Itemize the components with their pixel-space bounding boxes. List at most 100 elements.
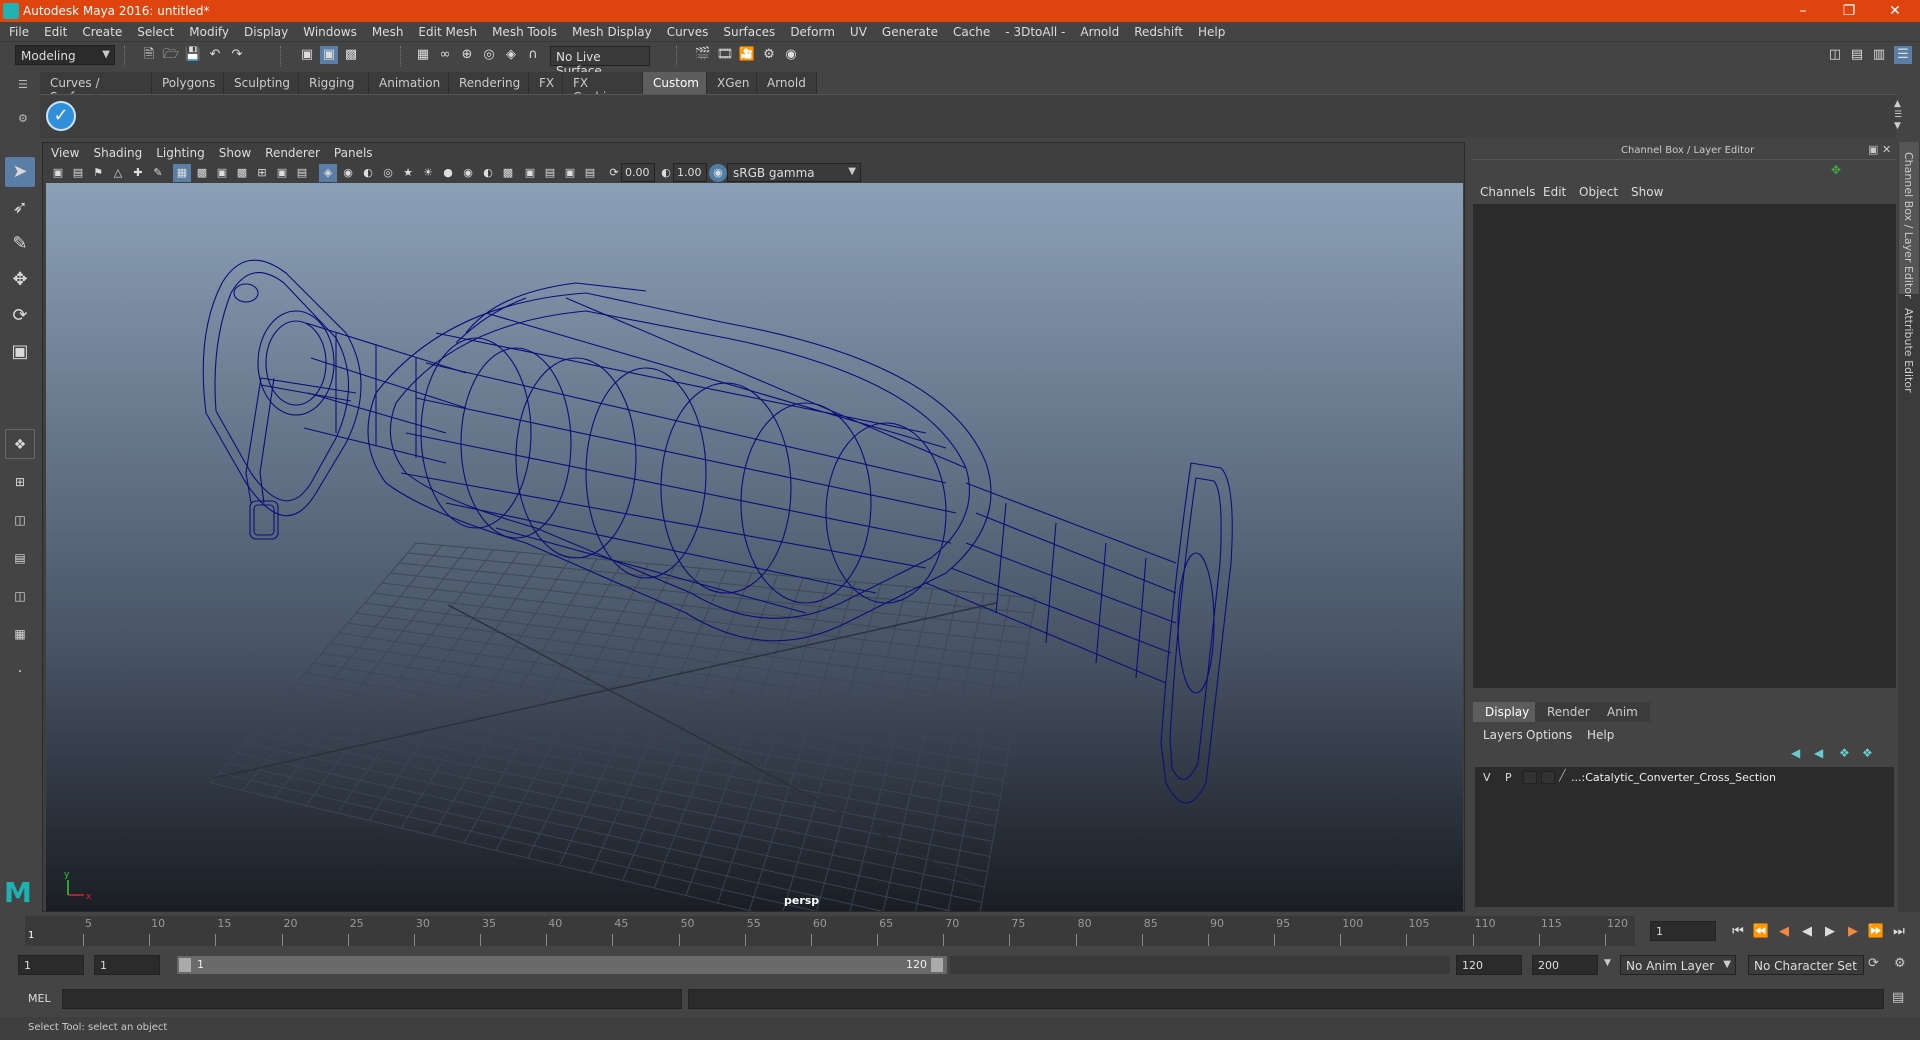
- layer-playback-toggle[interactable]: P: [1505, 771, 1512, 784]
- frame-all-icon[interactable]: ▤: [541, 164, 559, 182]
- isolate-select-icon[interactable]: ▣: [521, 164, 539, 182]
- playback-end-field[interactable]: 120: [1456, 955, 1522, 975]
- menuset-dropdown[interactable]: Modeling ▼: [15, 45, 115, 65]
- color-management-icon[interactable]: ◉: [709, 164, 727, 182]
- gate-mask-icon[interactable]: ▩: [233, 164, 251, 182]
- use-all-lights-icon[interactable]: ★: [399, 164, 417, 182]
- shelf-tab-fx-caching[interactable]: FX Caching: [563, 72, 643, 104]
- shelf-tab-xgen[interactable]: XGen: [707, 72, 757, 94]
- select-tool-icon[interactable]: ➤: [5, 157, 35, 187]
- menu-mesh-display[interactable]: Mesh Display: [563, 22, 658, 39]
- viewport-menu-panels[interactable]: Panels: [326, 143, 379, 160]
- menu-arnold[interactable]: Arnold: [1071, 22, 1125, 39]
- 2d-pan-zoom-icon[interactable]: ✚: [129, 164, 147, 182]
- range-track[interactable]: [950, 956, 1450, 974]
- menu-edit[interactable]: Edit: [35, 22, 73, 39]
- go-to-start-icon[interactable]: ⏮: [1728, 922, 1748, 942]
- snap-grid-icon[interactable]: ▦: [414, 46, 432, 64]
- grid-icon[interactable]: ▦: [173, 164, 191, 182]
- shelf-tab-sculpting[interactable]: Sculpting: [224, 72, 299, 94]
- layer-menu-help[interactable]: Help: [1587, 728, 1614, 742]
- channel-display-icon[interactable]: ✥: [1831, 163, 1841, 177]
- textured-icon[interactable]: ◎: [379, 164, 397, 182]
- menu-create[interactable]: Create: [73, 22, 128, 39]
- layer-menu-options[interactable]: Options: [1526, 728, 1572, 742]
- exposure-field[interactable]: 0.00: [621, 163, 655, 182]
- film-gate-icon[interactable]: ▩: [193, 164, 211, 182]
- channel-list[interactable]: [1473, 204, 1896, 688]
- new-layer-icon[interactable]: ❖: [1839, 746, 1850, 760]
- gamma-field[interactable]: 1.00: [673, 163, 707, 182]
- new-layer-selected-icon[interactable]: ❖: [1862, 746, 1873, 760]
- attribute-editor-toggle-icon[interactable]: ▤: [1848, 46, 1866, 64]
- layer-menu-layers[interactable]: Layers: [1483, 728, 1523, 742]
- menu-mesh[interactable]: Mesh: [363, 22, 410, 39]
- current-frame-field[interactable]: 1: [1650, 921, 1716, 941]
- layer-tab-display[interactable]: Display: [1473, 702, 1542, 722]
- menu-redshift[interactable]: Redshift: [1125, 22, 1189, 39]
- viewport-menu-view[interactable]: View: [43, 143, 85, 160]
- xray-joints-icon[interactable]: ▩: [499, 164, 517, 182]
- modeling-toolkit-icon[interactable]: ◫: [1826, 46, 1844, 64]
- menu-mesh-tools[interactable]: Mesh Tools: [483, 22, 563, 39]
- side-tab-channel-box[interactable]: Channel Box / Layer Editor: [1899, 142, 1919, 299]
- render-frame-icon[interactable]: 🎬: [694, 46, 712, 64]
- snap-point-icon[interactable]: ⊕: [458, 46, 476, 64]
- color-space-dropdown[interactable]: sRGB gamma ▼: [727, 163, 861, 182]
- four-view-layout-icon[interactable]: ⊞: [5, 467, 35, 497]
- menu-cache[interactable]: Cache: [944, 22, 996, 39]
- layer-row[interactable]: V P ╱ ...:Catalytic_Converter_Cross_Sect…: [1475, 769, 1894, 787]
- bookmark-icon[interactable]: ⚑: [89, 164, 107, 182]
- move-tool-icon[interactable]: ✥: [5, 265, 35, 295]
- smooth-shade-icon[interactable]: ◉: [339, 164, 357, 182]
- side-tab-attribute-editor[interactable]: Attribute Editor: [1899, 302, 1919, 412]
- move-layer-up-icon[interactable]: ◀: [1791, 746, 1800, 760]
- ipr-render-icon[interactable]: 🎦: [738, 46, 756, 64]
- persp-graph-layout-icon[interactable]: ▤: [5, 543, 35, 573]
- shelf-tab-rigging[interactable]: Rigging: [299, 72, 369, 94]
- time-slider[interactable]: 5 10 15 20 25 30 35 40 45 50 55 60 65 70 75 80 85 90 95 100…: [25, 916, 1635, 946]
- channel-box-toggle-icon[interactable]: ☰: [1894, 46, 1912, 64]
- close-button[interactable]: ✕: [1872, 0, 1918, 22]
- undo-icon[interactable]: ↶: [206, 46, 224, 64]
- step-back-key-icon[interactable]: ◀: [1774, 922, 1794, 942]
- render-settings-icon[interactable]: ⚙: [760, 46, 778, 64]
- hud-icon[interactable]: ▤: [581, 164, 599, 182]
- viewport-menu-shading[interactable]: Shading: [85, 143, 148, 160]
- rotate-tool-icon[interactable]: ⟳: [5, 301, 35, 331]
- character-set-dropdown[interactable]: No Character Set: [1748, 955, 1864, 975]
- shelf-scroll-icon[interactable]: ▲ ☰ ▼: [1894, 99, 1902, 132]
- viewport-menu-renderer[interactable]: Renderer: [257, 143, 326, 160]
- minimize-button[interactable]: –: [1780, 0, 1826, 22]
- shelf-tab-fx[interactable]: FX: [529, 72, 563, 94]
- shelf-settings-icon[interactable]: ⚙: [18, 112, 32, 126]
- cb-menu-show[interactable]: Show: [1631, 185, 1663, 199]
- default-material-icon[interactable]: ◐: [359, 164, 377, 182]
- viewport-menu-show[interactable]: Show: [211, 143, 257, 160]
- animation-start-field[interactable]: 1: [18, 955, 84, 975]
- menu-help[interactable]: Help: [1189, 22, 1231, 39]
- menu-windows[interactable]: Windows: [294, 22, 363, 39]
- menu-curves[interactable]: Curves: [658, 22, 715, 39]
- live-surface-field[interactable]: No Live Surface: [550, 46, 650, 78]
- shelf-tab-polygons[interactable]: Polygons: [152, 72, 224, 94]
- camera-icon[interactable]: ▣: [49, 164, 67, 182]
- layer-tab-render[interactable]: Render: [1535, 702, 1602, 722]
- menu-3dtoall[interactable]: - 3DtoAll -: [996, 22, 1071, 39]
- menu-select[interactable]: Select: [128, 22, 180, 39]
- redo-icon[interactable]: ↷: [228, 46, 246, 64]
- magnet-icon[interactable]: ∩: [524, 46, 542, 64]
- field-chart-icon[interactable]: ⊞: [253, 164, 271, 182]
- paint-select-tool-icon[interactable]: ✎: [5, 229, 35, 259]
- range-slider[interactable]: 1 120: [177, 956, 947, 974]
- image-plane-icon[interactable]: △: [109, 164, 127, 182]
- layer-name[interactable]: ...:Catalytic_Converter_Cross_Section: [1571, 771, 1776, 784]
- new-scene-icon[interactable]: 🗎: [140, 46, 158, 64]
- move-layer-down-icon[interactable]: ◀: [1814, 746, 1823, 760]
- shelf-tab-rendering[interactable]: Rendering: [449, 72, 529, 94]
- step-forward-frame-icon[interactable]: ⏩: [1866, 922, 1886, 942]
- render-sequence-icon[interactable]: 🎞: [716, 46, 734, 64]
- cb-menu-object[interactable]: Object: [1579, 185, 1618, 199]
- shelf-menu-icon[interactable]: ☰: [18, 78, 32, 92]
- layout-more-icon[interactable]: ·: [5, 657, 35, 687]
